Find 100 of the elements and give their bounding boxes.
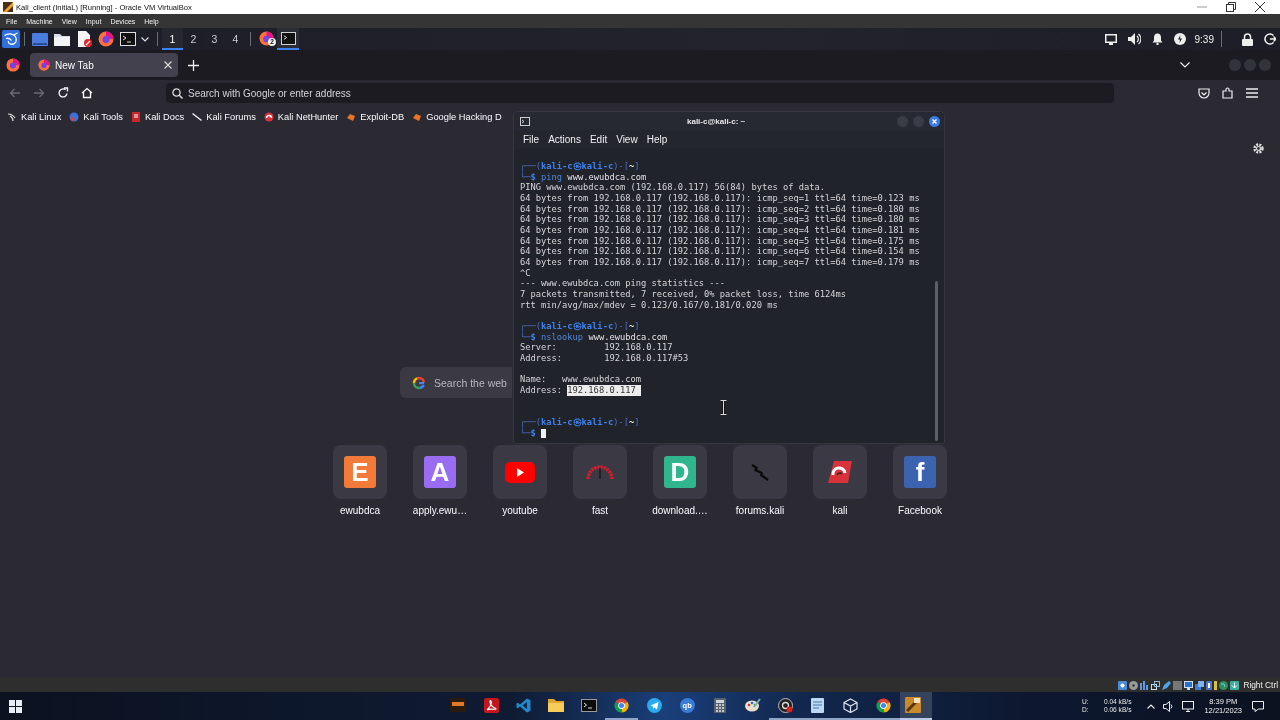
menu-icon[interactable] — [1246, 88, 1258, 98]
clock[interactable]: 9:39 — [1194, 33, 1214, 45]
output-line: 64 bytes from 192.168.0.117 (192.168.0.117): icmp_seq=3 ttl=64 time=0.180 ms — [520, 214, 920, 226]
workspace-tab[interactable]: 3 — [204, 28, 225, 50]
bookmark-link[interactable]: Google Hacking D — [426, 112, 502, 122]
scrollbar-thumb[interactable] — [935, 281, 938, 441]
search-icon — [172, 87, 183, 99]
chrome-icon — [875, 697, 891, 713]
logout-icon[interactable] — [1264, 33, 1276, 45]
game-tile-icon — [450, 698, 467, 712]
bookmark-link[interactable]: Kali NetHunter — [277, 112, 339, 122]
terminal-icon — [280, 31, 296, 45]
selected-text: 192.168.0.117 — [567, 385, 641, 396]
settings-icon[interactable] — [1252, 142, 1265, 155]
diamond-icon — [346, 112, 357, 122]
menu-logo-icon[interactable] — [2, 30, 20, 48]
console-icon — [581, 698, 598, 712]
menu-item[interactable]: Actions — [548, 134, 581, 145]
firefox-icon[interactable] — [6, 58, 20, 72]
play-button-icon — [505, 461, 535, 483]
output-line: ^C — [520, 267, 531, 279]
close-icon[interactable] — [929, 115, 940, 127]
app-tile-icon — [905, 697, 922, 713]
menu-item[interactable]: View — [616, 134, 638, 145]
speaker-icon[interactable] — [1163, 700, 1175, 712]
pdf-icon — [483, 697, 499, 713]
web-search-bar[interactable]: Search the web — [400, 367, 512, 398]
workspace-tab[interactable]: 1 — [162, 28, 183, 50]
shortcut-label: Facebook — [898, 505, 942, 516]
task-button[interactable] — [277, 28, 299, 50]
shortcut-tile[interactable] — [813, 445, 867, 499]
slash-icon — [192, 112, 203, 122]
taskbar-button[interactable] — [899, 692, 933, 720]
gauge-icon — [586, 464, 614, 480]
close-icon[interactable] — [1255, 2, 1265, 12]
site-logo: D — [664, 456, 696, 488]
firefox-icon[interactable] — [98, 31, 114, 47]
address-input[interactable]: Search with Google or enter address — [188, 86, 1114, 100]
diamond-icon — [412, 112, 423, 122]
notification-icon[interactable] — [1252, 700, 1264, 712]
google-logo-icon — [412, 375, 426, 390]
site-logo: A — [424, 456, 456, 488]
web-search-input[interactable]: Search the web — [434, 375, 512, 390]
chevron-up-icon[interactable] — [1147, 703, 1156, 709]
menu-item[interactable]: Edit — [589, 134, 608, 145]
lightning-icon[interactable] — [1173, 33, 1186, 45]
menu-item[interactable]: File — [523, 134, 540, 145]
ball-icon — [69, 112, 80, 122]
workspace-tab[interactable]: 4 — [225, 28, 246, 50]
bookmark-link[interactable]: Kali Tools — [83, 112, 123, 122]
shortcut-label: ewubdca — [340, 505, 380, 516]
menu-item[interactable]: Help — [646, 134, 668, 145]
monitor-icon[interactable] — [1182, 700, 1195, 712]
reload-icon[interactable] — [57, 87, 69, 99]
caret-icon[interactable] — [141, 36, 149, 42]
puzzle-icon[interactable] — [1222, 87, 1234, 99]
arc-icon — [263, 112, 274, 122]
terminal-icon[interactable] — [120, 32, 136, 46]
output-line: 64 bytes from 192.168.0.117 (192.168.0.117): icmp_seq=1 ttl=64 time=0.123 ms — [520, 193, 920, 204]
browser-tab[interactable]: New Tab — [30, 53, 178, 77]
chrome-icon — [614, 697, 630, 713]
command-line: └─$ — [520, 427, 537, 439]
windows-start-icon[interactable] — [9, 699, 22, 713]
palette-icon — [744, 698, 761, 712]
restore-icon[interactable] — [1226, 2, 1236, 12]
bookmark-link[interactable]: Kali Linux — [21, 112, 62, 122]
monitor-icon[interactable] — [1104, 33, 1117, 45]
address-bar[interactable]: Search with Google or enter address — [166, 83, 1114, 103]
plus-icon[interactable] — [188, 59, 199, 71]
home-icon[interactable] — [81, 87, 93, 99]
folder-icon[interactable] — [54, 32, 70, 46]
shortcut-tile[interactable]: f — [893, 445, 947, 499]
workspace-tab[interactable]: 2 — [183, 28, 204, 50]
lock-icon[interactable] — [1242, 32, 1253, 46]
bell-icon[interactable] — [1151, 33, 1163, 45]
globe-icon — [1219, 680, 1229, 690]
shortcut-label: download.… — [652, 505, 708, 516]
output-line: 64 bytes from 192.168.0.117 (192.168.0.117): icmp_seq=6 ttl=64 time=0.154 ms — [520, 246, 920, 258]
bookmark-link[interactable]: Exploit-DB — [360, 112, 405, 122]
output-line: 64 bytes from 192.168.0.117 (192.168.0.117): icmp_seq=5 ttl=64 time=0.175 ms — [520, 235, 920, 247]
volume-icon[interactable] — [1127, 33, 1141, 45]
prompt-line: ┌──(kali-c㉿kali-c)-[~] — [520, 161, 640, 171]
shortcut-tile[interactable] — [493, 445, 547, 499]
output-line: Name: www.ewubdca.com — [520, 374, 641, 386]
monitor-icon — [1184, 680, 1194, 690]
pocket-icon[interactable] — [1198, 87, 1210, 99]
i-beam-cursor-icon — [720, 400, 727, 415]
shortcut-tile[interactable] — [733, 445, 787, 499]
chevron-down-icon[interactable] — [1180, 62, 1190, 68]
document-icon[interactable] — [76, 31, 92, 47]
shortcut-tile[interactable] — [573, 445, 627, 499]
shortcut-tile[interactable]: A — [413, 445, 467, 499]
prompt-line: ┌──(kali-c㉿kali-c)-[~] — [520, 321, 640, 332]
square-icon — [1173, 680, 1183, 690]
output-line: 64 bytes from 192.168.0.117 (192.168.0.117): icmp_seq=4 ttl=64 time=0.181 ms — [520, 225, 920, 236]
page-icon — [130, 112, 141, 122]
bookmark-link[interactable]: Kali Forums — [206, 112, 256, 122]
desktop-icon[interactable] — [32, 32, 48, 46]
bookmark-link[interactable]: Kali Docs — [144, 112, 185, 122]
output-line: PING www.ewubdca.com (192.168.0.117) 56(84) bytes of data. — [520, 182, 825, 194]
